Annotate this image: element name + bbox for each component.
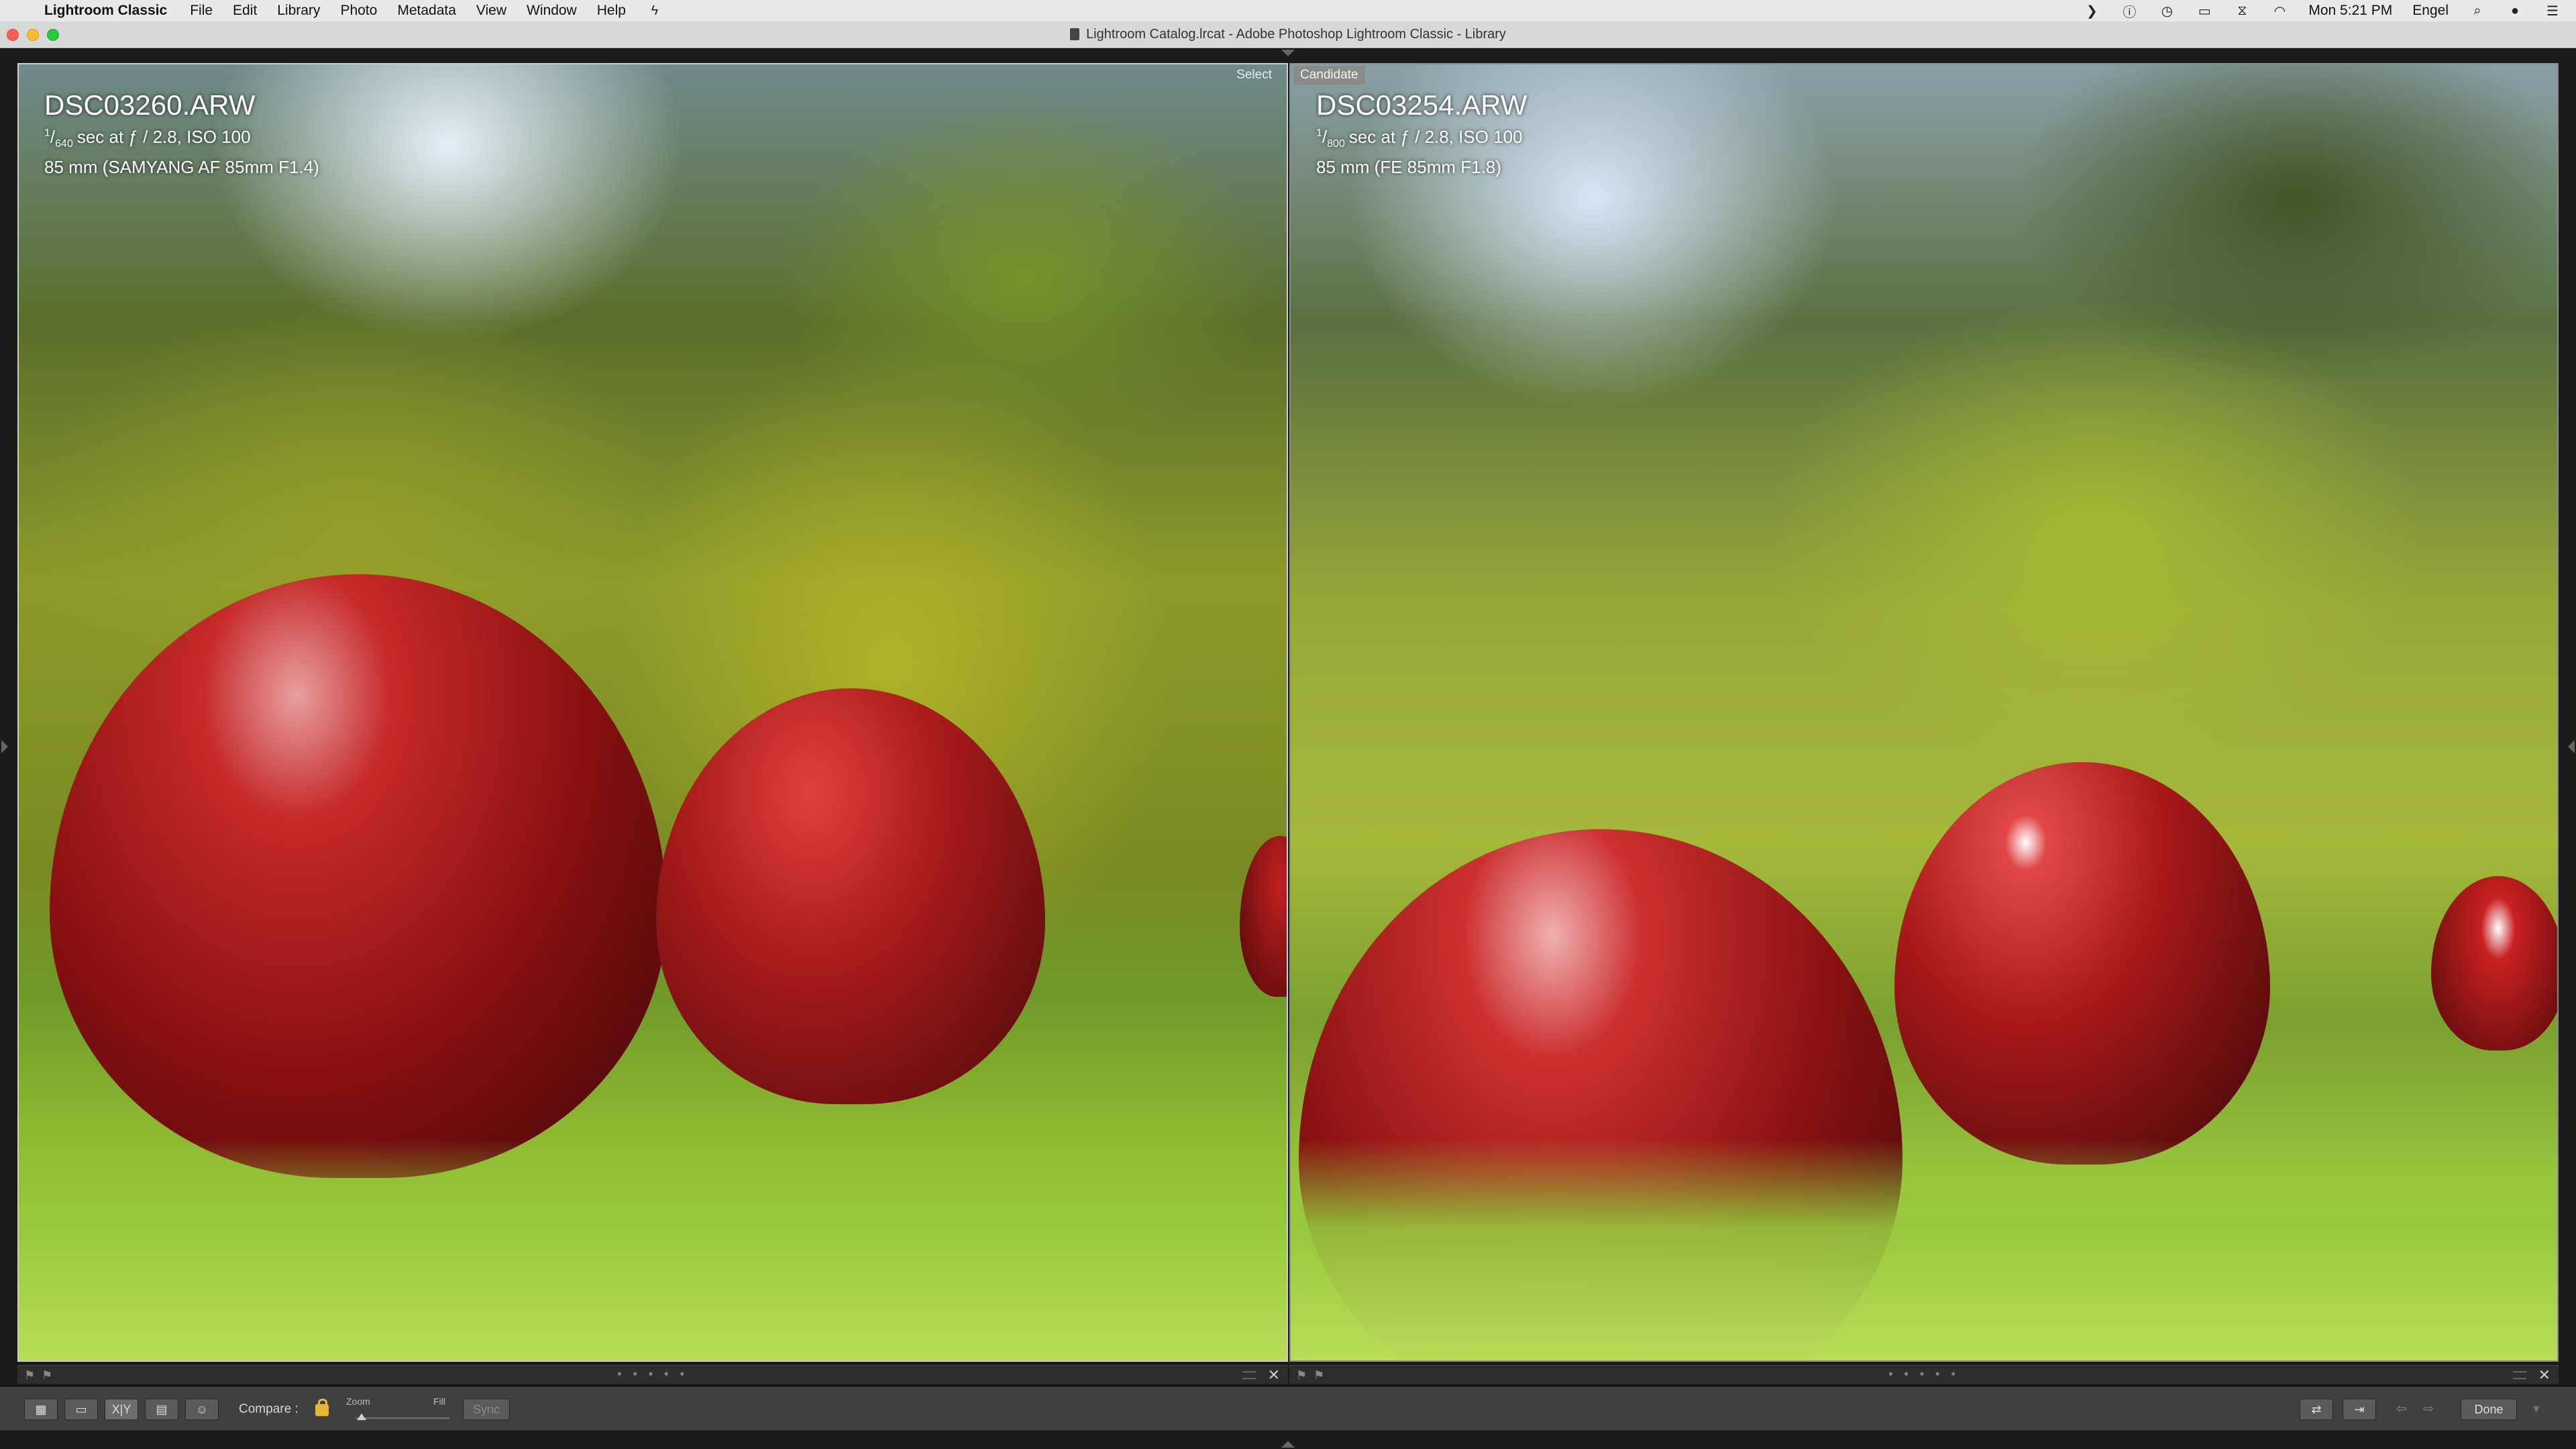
sync-label: Sync: [472, 1402, 500, 1416]
window-title-text: Lightroom Catalog.lrcat - Adobe Photosho…: [1086, 27, 1506, 42]
flag-pick-icon[interactable]: ⚑: [24, 1368, 35, 1383]
menu-app-name[interactable]: Lightroom Classic: [44, 3, 167, 19]
star-rating-dots[interactable]: • • • • •: [617, 1367, 688, 1381]
flag-reject-icon[interactable]: ⚑: [42, 1368, 52, 1383]
select-pane-strip: ⚑ ⚑ • • • • • ✕: [17, 1365, 1288, 1384]
candidate-lens: 85 mm (FE 85mm F1.8): [1316, 157, 1501, 177]
toolbar-menu-chevron-icon[interactable]: ▾: [2533, 1401, 2540, 1417]
menu-library[interactable]: Library: [277, 3, 320, 19]
menu-help[interactable]: Help: [597, 3, 626, 19]
grass-foreground: [1291, 1139, 2557, 1360]
loupe-view-button[interactable]: ▭: [64, 1399, 98, 1420]
wifi-icon[interactable]: ◠: [2271, 4, 2288, 19]
candidate-filename: DSC03254.ARW: [1316, 89, 1527, 121]
people-view-button[interactable]: ☺: [185, 1399, 219, 1420]
spotlight-search-icon[interactable]: ⌕: [2469, 3, 2486, 18]
previous-photo-icon[interactable]: ⇦: [2396, 1401, 2407, 1417]
candidate-badge: Candidate: [1293, 66, 1365, 85]
loupe-icon: ▭: [75, 1402, 87, 1416]
top-panel-toggle-icon[interactable]: [1281, 50, 1295, 56]
time-machine-icon[interactable]: ◷: [2158, 4, 2176, 19]
candidate-image-pane[interactable]: Candidate DSC03254.ARW 1/800 sec at ƒ / 2…: [1289, 63, 2559, 1362]
script-menu-icon[interactable]: ϟ: [646, 3, 663, 18]
color-label-icon[interactable]: [1242, 1371, 1256, 1379]
zoom-slider-track[interactable]: [356, 1417, 449, 1419]
menu-metadata[interactable]: Metadata: [397, 3, 456, 19]
sync-button[interactable]: Sync: [463, 1399, 510, 1420]
compare-workspace: Select DSC03260.ARW 1/640 sec at ƒ / 2.8,…: [0, 49, 2576, 1449]
select-info-overlay: DSC03260.ARW 1/640 sec at ƒ / 2.8, ISO 10…: [44, 89, 319, 178]
candidate-pane-strip: ⚑ ⚑ • • • • • ✕: [1289, 1365, 2559, 1384]
compare-xy-label: X|Y: [111, 1402, 131, 1416]
survey-icon: ▤: [156, 1402, 168, 1416]
apple-sculpture-far: [2431, 876, 2557, 1051]
apple-sculpture-far: [1240, 836, 1287, 997]
filmstrip-toggle-icon[interactable]: [1281, 1441, 1295, 1448]
info-circle-icon[interactable]: ⓘ: [2121, 4, 2138, 20]
select-exposure: sec at ƒ / 2.8, ISO 100: [76, 127, 251, 147]
menu-view[interactable]: View: [476, 3, 506, 19]
select-photo: [19, 64, 1287, 1360]
candidate-exposure: sec at ƒ / 2.8, ISO 100: [1348, 127, 1523, 147]
compare-label: Compare :: [239, 1402, 299, 1416]
done-label: Done: [2474, 1402, 2504, 1416]
catalog-document-icon: [1070, 28, 1080, 40]
menu-window[interactable]: Window: [527, 3, 577, 19]
fill-label: Fill: [433, 1396, 445, 1407]
select-image-pane[interactable]: Select DSC03260.ARW 1/640 sec at ƒ / 2.8,…: [17, 63, 1288, 1362]
menu-file[interactable]: File: [190, 3, 213, 19]
zoom-lock-icon[interactable]: [315, 1399, 329, 1416]
survey-view-button[interactable]: ▤: [145, 1399, 178, 1420]
candidate-shutter-denominator: 800: [1327, 138, 1345, 150]
candidate-shutter-numerator: 1: [1316, 127, 1322, 139]
menu-edit[interactable]: Edit: [233, 3, 257, 19]
window-title-bar[interactable]: Lightroom Catalog.lrcat - Adobe Photosho…: [0, 21, 2576, 48]
select-shutter-denominator: 640: [55, 138, 73, 150]
select-close-icon[interactable]: ✕: [1268, 1366, 1280, 1384]
swap-icon: ⇄: [2311, 1402, 2322, 1416]
menu-bar: Lightroom Classic File Edit Library Phot…: [0, 0, 2576, 21]
candidate-info-overlay: DSC03254.ARW 1/800 sec at ƒ / 2.8, ISO 10…: [1316, 89, 1527, 178]
vpn-icon[interactable]: ⧖: [2233, 3, 2251, 18]
candidate-exposure-line: 1/800 sec at ƒ / 2.8, ISO 100: [1316, 127, 1523, 150]
next-photo-icon[interactable]: ⇨: [2423, 1401, 2434, 1417]
menu-photo[interactable]: Photo: [340, 3, 377, 19]
dropbox-icon[interactable]: ❯: [2083, 4, 2100, 19]
zoom-slider-knob[interactable]: [357, 1413, 366, 1420]
candidate-photo: [1291, 64, 2557, 1360]
select-exposure-line: 1/640 sec at ƒ / 2.8, ISO 100: [44, 127, 251, 150]
select-lens: 85 mm (SAMYANG AF 85mm F1.4): [44, 157, 319, 177]
flag-reject-icon[interactable]: ⚑: [1313, 1368, 1324, 1383]
make-select-button[interactable]: ⇥: [2343, 1399, 2376, 1420]
zoom-label: Zoom: [346, 1396, 370, 1407]
notification-center-icon[interactable]: ☰: [2544, 4, 2561, 19]
menubar-user[interactable]: Engel: [2412, 3, 2449, 19]
grid-icon: ▦: [35, 1402, 47, 1416]
select-badge: Select: [1236, 68, 1272, 82]
siri-icon[interactable]: ●: [2506, 3, 2524, 18]
grid-view-button[interactable]: ▦: [24, 1399, 58, 1420]
apple-sculpture-large: [50, 574, 667, 1178]
done-button[interactable]: Done: [2461, 1399, 2517, 1420]
apple-sculpture-medium: [656, 688, 1045, 1104]
select-shutter-numerator: 1: [44, 127, 50, 139]
airplay-icon[interactable]: ▭: [2196, 4, 2213, 19]
color-label-icon[interactable]: [2513, 1371, 2526, 1379]
grass-foreground: [19, 1139, 1287, 1360]
left-panel-toggle-icon[interactable]: [1, 740, 8, 753]
flag-pick-icon[interactable]: ⚑: [1296, 1368, 1307, 1383]
right-panel-toggle-icon[interactable]: [2568, 740, 2575, 753]
people-icon: ☺: [195, 1402, 209, 1416]
make-select-icon: ⇥: [2354, 1402, 2365, 1416]
compare-view-button[interactable]: X|Y: [105, 1399, 138, 1420]
candidate-close-icon[interactable]: ✕: [2538, 1366, 2551, 1384]
window-title: Lightroom Catalog.lrcat - Adobe Photosho…: [0, 27, 2576, 42]
apple-sculpture-medium: [1894, 762, 2270, 1165]
menubar-clock[interactable]: Mon 5:21 PM: [2308, 3, 2392, 19]
select-filename: DSC03260.ARW: [44, 89, 256, 121]
bottom-toolbar: ▦ ▭ X|Y ▤ ☺ Compare : Zoom Fill Sync ⇄ ⇥…: [0, 1387, 2576, 1430]
swap-button[interactable]: ⇄: [2300, 1399, 2333, 1420]
star-rating-dots[interactable]: • • • • •: [1888, 1367, 1960, 1381]
